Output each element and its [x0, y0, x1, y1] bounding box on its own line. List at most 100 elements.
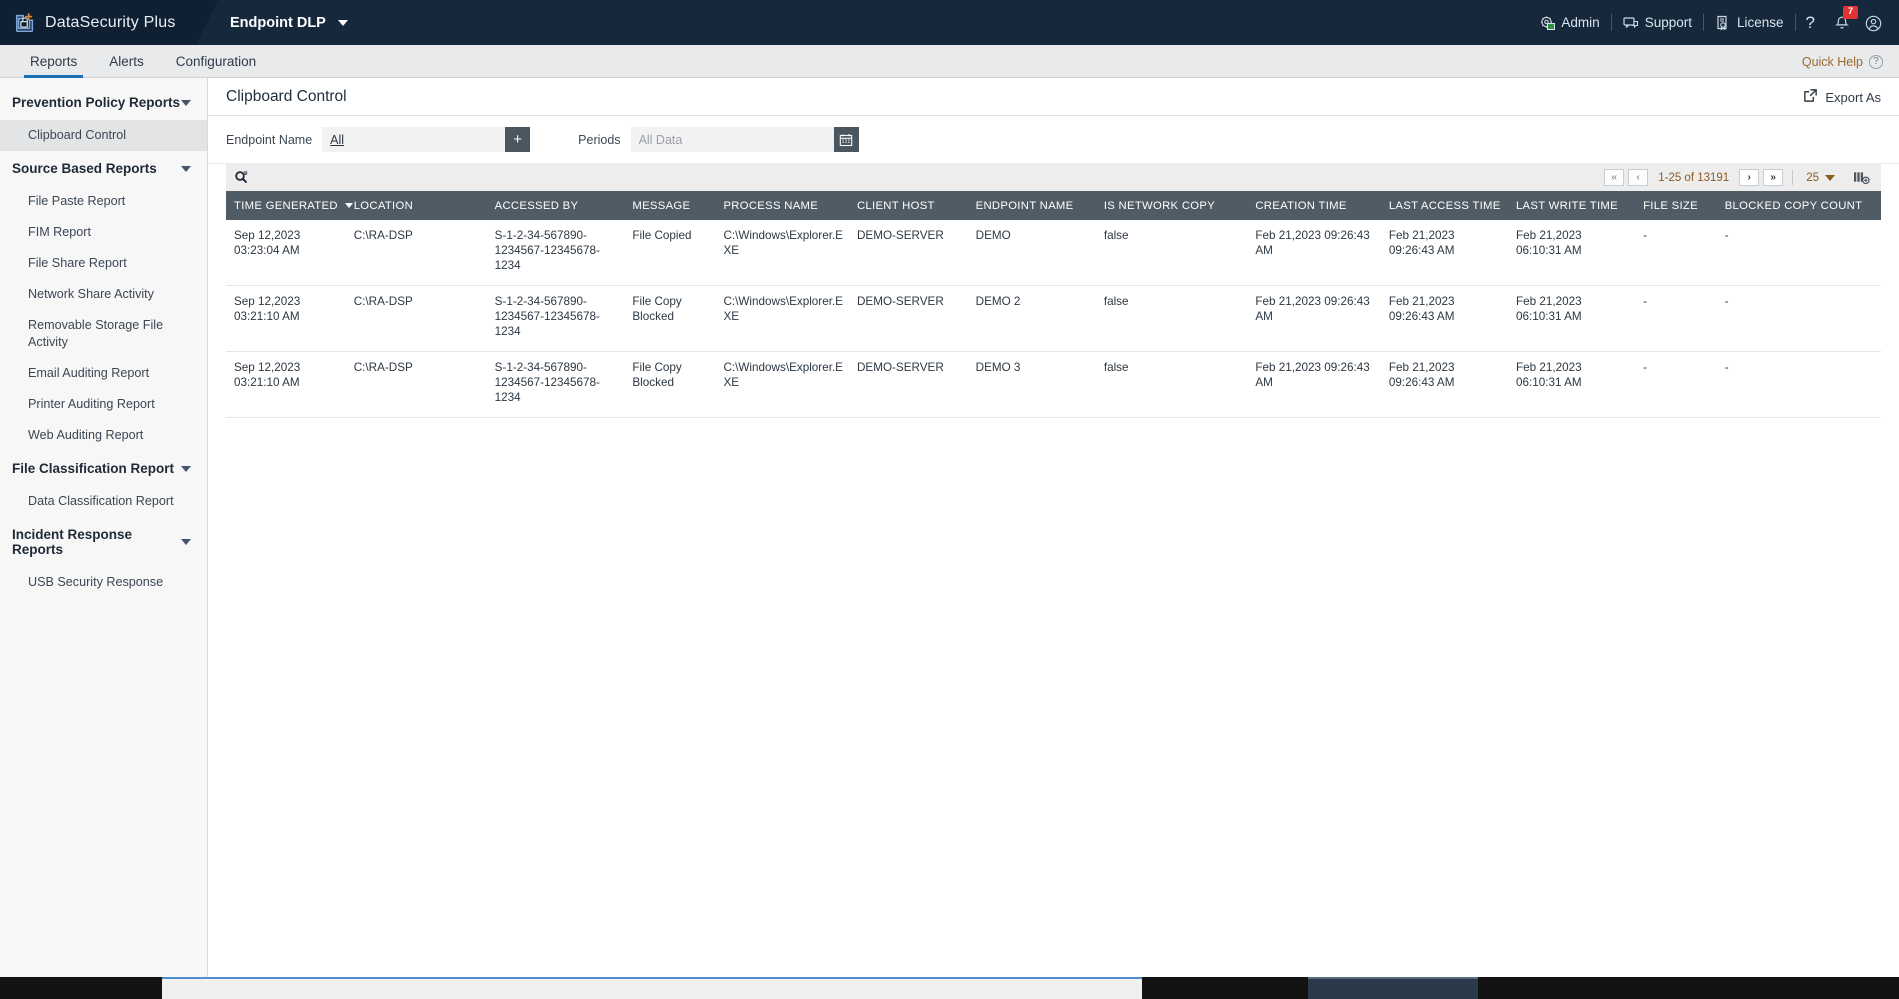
column-header-client-host[interactable]: CLIENT HOST: [848, 191, 968, 220]
column-header-creation-time[interactable]: CREATION TIME: [1247, 191, 1381, 220]
cell-process-name: C:\Windows\Explorer.EXE: [715, 220, 849, 286]
help-icon[interactable]: ?: [1796, 13, 1825, 33]
tab-alerts-label: Alerts: [109, 53, 144, 69]
sidebar-item-removable-storage-file-activity[interactable]: Removable Storage File Activity: [0, 310, 207, 358]
product-selector[interactable]: Endpoint DLP: [230, 15, 348, 31]
sidebar-item-label: Email Auditing Report: [28, 366, 150, 380]
taskbar-secondary-window[interactable]: [1308, 977, 1478, 999]
next-page-button[interactable]: ›: [1739, 169, 1760, 186]
add-endpoint-button[interactable]: +: [505, 127, 531, 152]
sidebar-item-label: Network Share Activity: [28, 287, 154, 301]
previous-page-button[interactable]: ‹: [1628, 169, 1649, 186]
column-header-label: LOCATION: [353, 199, 414, 212]
tab-alerts[interactable]: Alerts: [93, 45, 160, 77]
endpoint-name-control: +: [322, 127, 531, 152]
periods-label: Periods: [578, 132, 621, 147]
page-size-selector[interactable]: 25: [1802, 172, 1839, 184]
license-link[interactable]: License: [1704, 15, 1795, 31]
table-toolbar: « ‹ 1-25 of 13191 › » 25: [226, 164, 1881, 191]
cell-blocked-copy-count: -: [1716, 351, 1881, 418]
cell-last-write-time: Feb 21,2023 06:10:31 AM: [1507, 220, 1636, 286]
chevron-down-icon: [337, 19, 348, 26]
column-header-label: LAST WRITE TIME: [1515, 199, 1618, 212]
chevron-down-icon: [181, 99, 191, 106]
sidebar-item-clipboard-control[interactable]: Clipboard Control: [0, 120, 207, 151]
table-row[interactable]: Sep 12,2023 03:21:10 AM C:\RA-DSP S-1-2-…: [226, 351, 1881, 418]
table-row[interactable]: Sep 12,2023 03:23:04 AM C:\RA-DSP S-1-2-…: [226, 220, 1881, 286]
support-link[interactable]: Support: [1612, 15, 1703, 31]
sidebar: Prevention Policy Reports Clipboard Cont…: [0, 78, 208, 999]
cell-client-host: DEMO-SERVER: [848, 351, 968, 418]
column-header-location[interactable]: LOCATION: [345, 191, 487, 220]
column-header-accessed-by[interactable]: ACCESSED BY: [486, 191, 625, 220]
column-header-label: CLIENT HOST: [856, 199, 935, 212]
cell-is-network-copy: false: [1095, 285, 1248, 352]
cell-is-network-copy: false: [1095, 220, 1248, 286]
column-header-is-network-copy[interactable]: IS NETWORK COPY: [1095, 191, 1248, 220]
sidebar-group-incident-response-reports[interactable]: Incident Response Reports: [0, 517, 207, 567]
table-body: Sep 12,2023 03:23:04 AM C:\RA-DSP S-1-2-…: [226, 220, 1881, 418]
external-link-icon: [1803, 88, 1818, 106]
cell-accessed-by: S-1-2-34-567890-1234567-12345678-1234: [486, 285, 625, 352]
tab-configuration-label: Configuration: [175, 53, 257, 69]
sidebar-item-usb-security-response[interactable]: USB Security Response: [0, 567, 207, 598]
cell-blocked-copy-count: -: [1716, 220, 1881, 286]
column-header-file-size[interactable]: FILE SIZE: [1635, 191, 1717, 220]
export-as-button[interactable]: Export As: [1803, 78, 1881, 116]
sidebar-item-file-share-report[interactable]: File Share Report: [0, 248, 207, 279]
cell-last-access-time: Feb 21,2023 09:26:43 AM: [1380, 220, 1508, 286]
quick-help-button[interactable]: Quick Help ?: [1802, 45, 1883, 78]
column-header-process-name[interactable]: PROCESS NAME: [715, 191, 849, 220]
first-page-button[interactable]: «: [1604, 169, 1625, 186]
sidebar-item-web-auditing-report[interactable]: Web Auditing Report: [0, 420, 207, 451]
pagination: « ‹ 1-25 of 13191 › » 25: [1604, 164, 1875, 191]
cell-creation-time: Feb 21,2023 09:26:43 AM: [1247, 351, 1381, 418]
sidebar-item-data-classification-report[interactable]: Data Classification Report: [0, 486, 207, 517]
cell-process-name: C:\Windows\Explorer.EXE: [715, 351, 849, 418]
sidebar-group-source-based-reports[interactable]: Source Based Reports: [0, 151, 207, 186]
sidebar-item-printer-auditing-report[interactable]: Printer Auditing Report: [0, 389, 207, 420]
admin-link[interactable]: Admin: [1528, 15, 1610, 31]
endpoint-name-input[interactable]: [322, 127, 506, 152]
column-header-label: CREATION TIME: [1255, 199, 1347, 212]
table-row[interactable]: Sep 12,2023 03:21:10 AM C:\RA-DSP S-1-2-…: [226, 285, 1881, 352]
calendar-icon[interactable]: [833, 127, 859, 152]
tab-reports[interactable]: Reports: [14, 45, 93, 78]
search-filter-icon[interactable]: [234, 170, 249, 185]
sidebar-group-file-classification-report[interactable]: File Classification Report: [0, 451, 207, 486]
chat-bubble-icon: [1623, 15, 1639, 31]
cell-is-network-copy: false: [1095, 351, 1248, 418]
column-header-label: ENDPOINT NAME: [975, 199, 1074, 212]
column-header-time-generated[interactable]: TIME GENERATED: [226, 191, 353, 220]
column-header-endpoint-name[interactable]: ENDPOINT NAME: [967, 191, 1096, 220]
chevron-down-icon: [181, 539, 191, 545]
sidebar-item-email-auditing-report[interactable]: Email Auditing Report: [0, 358, 207, 389]
notifications-button[interactable]: 7: [1825, 5, 1859, 31]
last-page-button[interactable]: »: [1763, 169, 1784, 186]
tab-configuration[interactable]: Configuration: [160, 45, 272, 77]
cell-last-write-time: Feb 21,2023 06:10:31 AM: [1507, 351, 1636, 418]
top-bar: DataSecurity Plus Endpoint DLP Admin Sup…: [0, 0, 1899, 45]
sort-descending-icon: [344, 203, 353, 208]
column-header-label: FILE SIZE: [1643, 199, 1698, 212]
column-header-blocked-copy-count[interactable]: BLOCKED COPY COUNT: [1716, 191, 1881, 220]
sidebar-item-fim-report[interactable]: FIM Report: [0, 217, 207, 248]
brand-area[interactable]: DataSecurity Plus: [0, 0, 218, 45]
cell-client-host: DEMO-SERVER: [848, 285, 968, 352]
sidebar-item-network-share-activity[interactable]: Network Share Activity: [0, 279, 207, 310]
periods-input[interactable]: [630, 127, 834, 152]
cell-message: File Copy Blocked: [624, 351, 716, 418]
sidebar-group-label: Incident Response Reports: [12, 527, 133, 557]
user-menu-button[interactable]: [1859, 15, 1889, 31]
column-header-message[interactable]: MESSAGE: [624, 191, 716, 220]
add-column-icon[interactable]: [1843, 170, 1875, 185]
taskbar-active-window[interactable]: [162, 977, 1142, 999]
column-header-last-access-time[interactable]: LAST ACCESS TIME: [1380, 191, 1508, 220]
product-selector-label: Endpoint DLP: [230, 14, 326, 31]
column-header-last-write-time[interactable]: LAST WRITE TIME: [1507, 191, 1636, 220]
sidebar-item-file-paste-report[interactable]: File Paste Report: [0, 186, 207, 217]
sidebar-group-prevention-policy-reports[interactable]: Prevention Policy Reports: [0, 85, 207, 120]
cell-endpoint-name: DEMO 2: [967, 285, 1096, 352]
sidebar-item-label: FIM Report: [28, 225, 91, 239]
main-nav: Reports Alerts Configuration Quick Help …: [0, 45, 1899, 78]
